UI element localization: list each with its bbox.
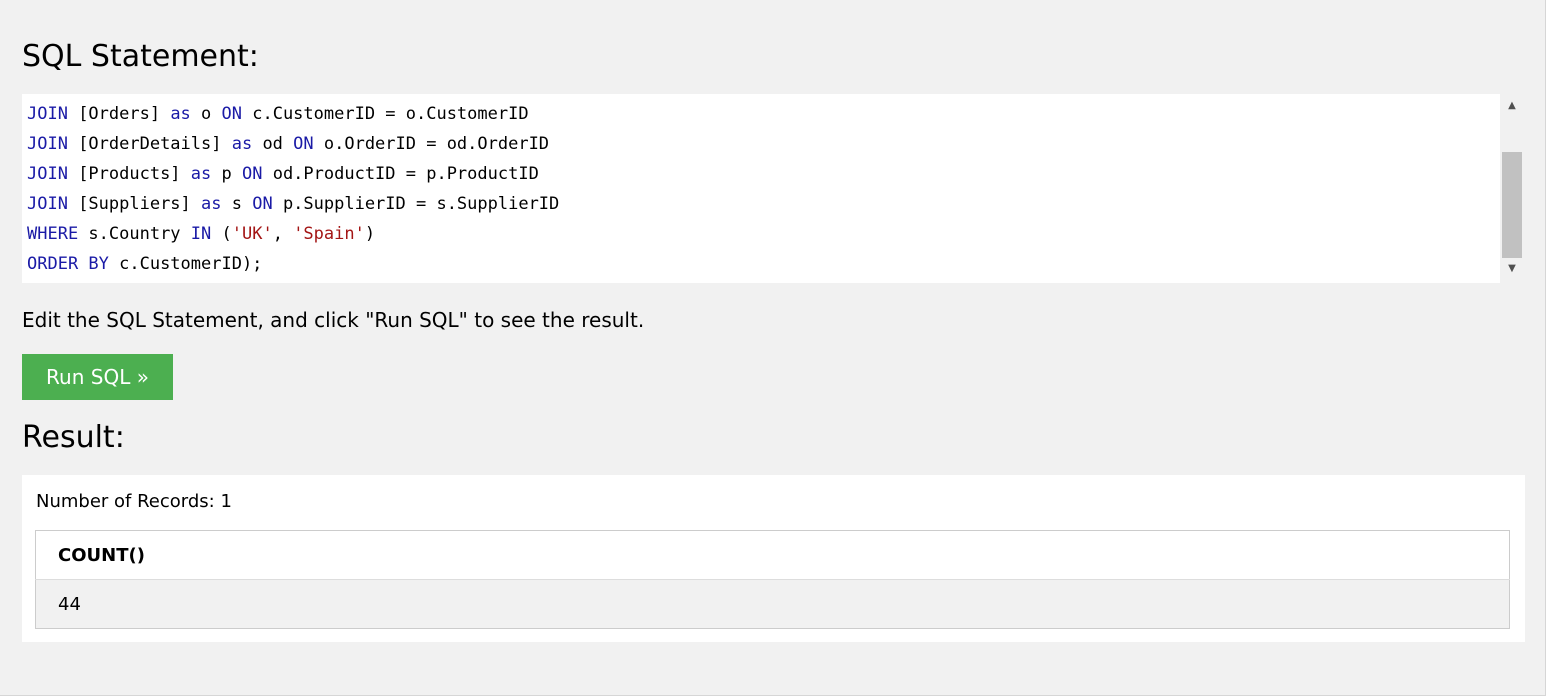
code-line: JOIN [Products] as p ON od.ProductID = p… [27, 164, 539, 184]
code-line: JOIN [Suppliers] as s ON p.SupplierID = … [27, 194, 560, 214]
column-header: COUNT() [35, 530, 1510, 580]
table-header-row: COUNT() [35, 530, 1510, 580]
result-container: Number of Records: 1 COUNT() 44 [22, 475, 1525, 642]
code-line: JOIN [OrderDetails] as od ON o.OrderID =… [27, 134, 550, 154]
triangle-down-icon[interactable]: ▼ [1500, 259, 1524, 279]
table-cell: 44 [35, 579, 1510, 629]
code-line: WHERE s.Country IN ('UK', 'Spain') [27, 224, 376, 244]
record-count: Number of Records: 1 [36, 491, 232, 512]
sql-editor[interactable]: JOIN [Orders] as o ON c.CustomerID = o.C… [22, 94, 1500, 283]
scrollbar-thumb[interactable] [1502, 152, 1522, 258]
code-line: JOIN [Orders] as o ON c.CustomerID = o.C… [27, 104, 529, 124]
sql-tryit-panel: SQL Statement: JOIN [Orders] as o ON c.C… [0, 0, 1546, 696]
table-row: 44 [35, 579, 1510, 629]
triangle-up-icon[interactable]: ▲ [1500, 96, 1524, 116]
result-table: COUNT() 44 [35, 530, 1510, 629]
sql-statement-heading: SQL Statement: [22, 39, 259, 74]
editor-scrollbar[interactable]: ▲ ▼ [1500, 94, 1524, 283]
run-sql-button[interactable]: Run SQL » [22, 354, 173, 400]
result-heading: Result: [22, 420, 125, 455]
code-line: ORDER BY c.CustomerID); [27, 254, 263, 274]
instruction-text: Edit the SQL Statement, and click "Run S… [22, 308, 645, 332]
